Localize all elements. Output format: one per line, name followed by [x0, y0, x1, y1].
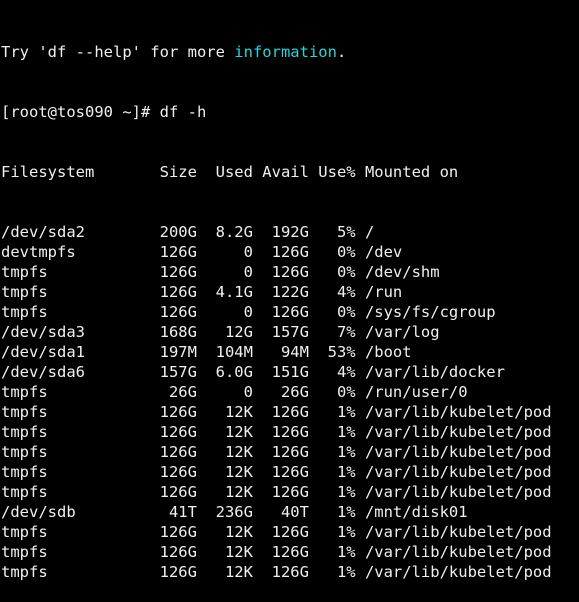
table-row: /dev/sda1 197M 104M 94M 53% /boot: [1, 343, 412, 361]
table-row: tmpfs 126G 0 126G 0% /sys/fs/cgroup: [1, 303, 496, 321]
table-row: tmpfs 126G 12K 126G 1% /var/lib/kubelet/…: [1, 463, 552, 481]
table-row: tmpfs 126G 12K 126G 1% /var/lib/kubelet/…: [1, 443, 552, 461]
table-row: tmpfs 26G 0 26G 0% /run/user/0: [1, 383, 468, 401]
table-row: tmpfs 126G 4.1G 122G 4% /run: [1, 283, 403, 301]
table-row: /dev/sda3 168G 12G 157G 7% /var/log: [1, 323, 440, 341]
table-row: /dev/sda6 157G 6.0G 151G 4% /var/lib/doc…: [1, 363, 505, 381]
table-row: /dev/sda2 200G 8.2G 192G 5% /: [1, 223, 375, 241]
table-row: tmpfs 126G 12K 126G 1% /var/lib/kubelet/…: [1, 543, 552, 561]
table-header: Filesystem Size Used Avail Use% Mounted …: [1, 163, 459, 181]
terminal-output[interactable]: Try 'df --help' for more information. [r…: [1, 2, 552, 602]
table-row: tmpfs 126G 12K 126G 1% /var/lib/kubelet/…: [1, 523, 552, 541]
help-hint-line: Try 'df --help' for more information.: [1, 42, 552, 62]
table-row: tmpfs 126G 12K 126G 1% /var/lib/kubelet/…: [1, 403, 552, 421]
hint-suffix: .: [336, 43, 347, 61]
table-row: tmpfs 126G 12K 126G 1% /var/lib/kubelet/…: [1, 423, 552, 441]
hint-prefix: Try 'df --help' for more: [1, 43, 235, 61]
hint-highlight: information: [234, 43, 337, 61]
table-row: tmpfs 126G 12K 126G 1% /var/lib/kubelet/…: [1, 563, 552, 581]
table-row: tmpfs 126G 0 126G 0% /dev/shm: [1, 263, 440, 281]
table-row: /dev/sdb 41T 236G 40T 1% /mnt/disk01: [1, 503, 468, 521]
table-row: devtmpfs 126G 0 126G 0% /dev: [1, 243, 403, 261]
command-prompt: [root@tos090 ~]# df -h: [1, 103, 207, 121]
filesystem-rows: /dev/sda2 200G 8.2G 192G 5% / devtmpfs 12…: [1, 222, 552, 582]
table-row: tmpfs 126G 12K 126G 1% /var/lib/kubelet/…: [1, 483, 552, 501]
